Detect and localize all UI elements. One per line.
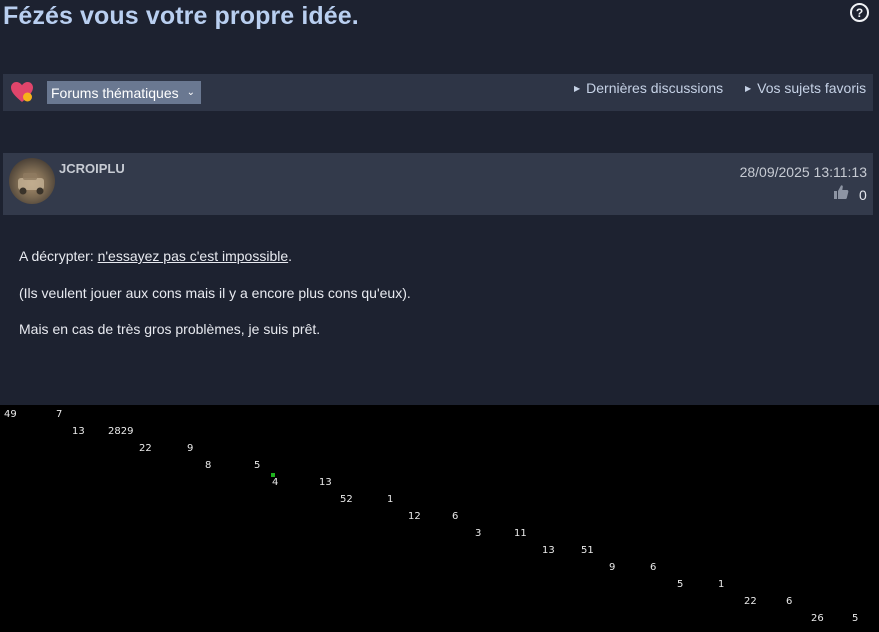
- post-timestamp: 28/09/2025 13:11:13: [739, 164, 867, 180]
- cipher-number: 13: [542, 545, 555, 556]
- post-line-1: A décrypter: n'essayez pas c'est impossi…: [19, 248, 292, 264]
- post-username[interactable]: JCROIPLU: [59, 161, 125, 176]
- cipher-number: 7: [56, 409, 63, 420]
- favorite-topics-link[interactable]: ▶ Vos sujets favoris: [745, 80, 866, 96]
- cipher-number: 5: [677, 579, 684, 590]
- page-title: Fézés vous votre propre idée.: [3, 2, 359, 30]
- latest-discussions-link[interactable]: ▶ Dernières discussions: [574, 80, 723, 96]
- cipher-number: 4: [272, 477, 279, 488]
- cipher-number: 6: [650, 562, 657, 573]
- chevron-down-icon: ⌄: [186, 87, 195, 98]
- cipher-number: 1: [718, 579, 725, 590]
- latest-discussions-label: Dernières discussions: [586, 80, 724, 96]
- cipher-number: 49: [4, 409, 17, 420]
- cipher-number: 13: [319, 477, 332, 488]
- cipher-number: 9: [609, 562, 616, 573]
- forum-navbar: Forums thématiques ⌄ ▶ Dernières discuss…: [3, 74, 873, 111]
- post-line-3: Mais en cas de très gros problèmes, je s…: [19, 321, 321, 337]
- question-circle-icon[interactable]: ?: [850, 3, 869, 22]
- caret-right-icon: ▶: [574, 83, 581, 93]
- cipher-number: 22: [744, 596, 757, 607]
- cipher-number: 11: [514, 528, 527, 539]
- forums-dropdown-label: Forums thématiques: [51, 84, 179, 101]
- heart-logo-icon[interactable]: [10, 81, 34, 103]
- cipher-number: 5: [254, 460, 261, 471]
- cipher-number: 13: [72, 426, 85, 437]
- favorite-topics-label: Vos sujets favoris: [757, 80, 867, 96]
- post-line-1-prefix: A décrypter:: [19, 248, 98, 264]
- cipher-number: 51: [581, 545, 594, 556]
- cipher-number: 5: [852, 613, 859, 624]
- cipher-number: 12: [408, 511, 421, 522]
- caret-right-icon: ▶: [745, 83, 752, 93]
- cipher-number: 8: [205, 460, 212, 471]
- cipher-number: 22: [139, 443, 152, 454]
- post-line-1-suffix: .: [288, 248, 293, 264]
- like-count: 0: [859, 187, 867, 203]
- cipher-number: 52: [340, 494, 353, 505]
- thumbs-up-icon[interactable]: [833, 184, 849, 200]
- cipher-number: 1: [387, 494, 394, 505]
- post-body: A décrypter: n'essayez pas c'est impossi…: [3, 215, 873, 405]
- cipher-number: 6: [786, 596, 793, 607]
- cipher-number: 2829: [108, 426, 134, 437]
- avatar[interactable]: [9, 158, 55, 204]
- forums-dropdown-button[interactable]: Forums thématiques ⌄: [47, 81, 201, 104]
- cipher-number: 6: [452, 511, 459, 522]
- post-line-2: (Ils veulent jouer aux cons mais il y a …: [19, 285, 411, 301]
- post-header: JCROIPLU 28/09/2025 13:11:13 0: [3, 153, 873, 215]
- cipher-number: 26: [811, 613, 824, 624]
- cipher-number: 9: [187, 443, 194, 454]
- post-link[interactable]: n'essayez pas c'est impossible: [98, 248, 289, 264]
- cipher-number: 3: [475, 528, 482, 539]
